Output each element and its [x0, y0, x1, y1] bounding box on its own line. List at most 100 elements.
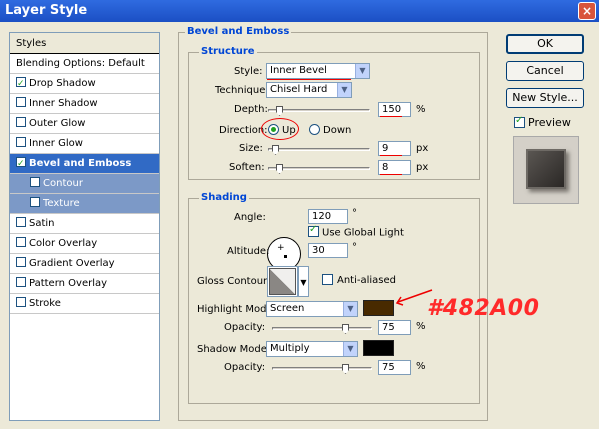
angle-label: Angle: [234, 212, 266, 223]
angle-input[interactable]: 120 [308, 209, 348, 224]
style-label: Style: [234, 66, 263, 77]
style-item-label: Inner Shadow [29, 98, 98, 109]
shadow-opacity-unit: % [416, 361, 426, 372]
ok-button[interactable]: OK [506, 34, 584, 54]
style-item[interactable]: Inner Shadow [10, 94, 159, 114]
highlight-opacity-track [272, 327, 372, 330]
style-item-label: Contour [43, 178, 83, 189]
technique-select[interactable]: Chisel Hard ▼ [266, 82, 352, 98]
styles-header[interactable]: Styles [10, 33, 159, 54]
highlight-opacity-slider[interactable] [272, 324, 372, 334]
soften-slider[interactable] [268, 164, 370, 174]
technique-value: Chisel Hard [270, 84, 328, 95]
style-item-label: Inner Glow [29, 138, 83, 149]
styles-rows: Blending Options: Default Drop Shadow Inne… [10, 54, 159, 314]
chevron-down-icon[interactable]: ▼ [343, 342, 357, 356]
highlight-opacity-thumb[interactable] [342, 324, 349, 334]
use-global-light-checkbox[interactable]: Use Global Light [308, 224, 404, 239]
style-checkbox[interactable] [16, 217, 26, 227]
close-button[interactable]: × [578, 2, 596, 20]
shadow-opacity-track [272, 367, 372, 370]
style-item[interactable]: Color Overlay [10, 234, 159, 254]
shading-title: Shading [199, 192, 249, 203]
depth-slider[interactable] [268, 106, 370, 116]
style-item-label: Blending Options: Default [16, 58, 145, 69]
altitude-label: Altitude: [227, 246, 270, 257]
preview-check-icon[interactable] [514, 115, 525, 128]
style-item[interactable]: Pattern Overlay [10, 274, 159, 294]
size-input[interactable]: 9 [378, 141, 411, 156]
highlight-color-swatch[interactable] [363, 300, 394, 316]
style-checkbox[interactable] [16, 117, 26, 127]
style-item-label: Pattern Overlay [29, 278, 108, 289]
style-item[interactable]: Gradient Overlay [10, 254, 159, 274]
style-checkbox[interactable] [16, 137, 26, 147]
soften-input[interactable]: 8 [378, 160, 411, 175]
shadow-opacity-thumb[interactable] [342, 364, 349, 374]
direction-red-circle [261, 118, 299, 140]
style-checkbox[interactable] [16, 277, 26, 287]
style-item[interactable]: Texture [10, 194, 159, 214]
anti-aliased-checkbox[interactable] [322, 274, 333, 285]
structure-title: Structure [199, 46, 257, 57]
shadow-opacity-input[interactable]: 75 [378, 360, 411, 375]
chevron-down-icon[interactable]: ▼ [355, 64, 369, 78]
depth-input[interactable]: 150 [378, 102, 411, 117]
style-item-label: Color Overlay [29, 238, 98, 249]
soften-unit: px [416, 162, 429, 173]
style-checkbox[interactable] [16, 97, 26, 107]
shadow-mode-select[interactable]: Multiply ▼ [266, 341, 358, 357]
size-slider[interactable] [268, 145, 370, 155]
highlight-opacity-input[interactable]: 75 [378, 320, 411, 335]
size-red-underline [380, 155, 402, 156]
shadow-mode-label: Shadow Mode: [197, 344, 271, 355]
style-checkbox[interactable] [16, 154, 26, 174]
preview-swatch [526, 149, 566, 189]
highlight-mode-select[interactable]: Screen ▼ [266, 301, 358, 317]
new-style-button[interactable]: New Style... [506, 88, 584, 108]
style-item[interactable]: Stroke [10, 294, 159, 314]
shadow-mode-value: Multiply [270, 343, 310, 354]
shadow-opacity-slider[interactable] [272, 364, 372, 374]
style-red-underline [267, 79, 351, 80]
style-checkbox[interactable] [16, 257, 26, 267]
style-checkbox[interactable] [30, 177, 40, 187]
styles-list: Styles Blending Options: Default Drop Sha… [9, 32, 160, 421]
style-item[interactable]: Bevel and Emboss [10, 154, 159, 174]
use-global-light-label: Use Global Light [322, 227, 404, 239]
style-item[interactable]: Blending Options: Default [10, 54, 159, 74]
depth-slider-thumb[interactable] [276, 106, 283, 116]
gloss-contour-dropdown[interactable]: ▼ [298, 266, 309, 297]
style-checkbox[interactable] [30, 197, 40, 207]
style-item-label: Bevel and Emboss [29, 158, 132, 169]
gloss-contour-picker[interactable] [267, 266, 298, 297]
style-item[interactable]: Inner Glow [10, 134, 159, 154]
preview-thumbnail [513, 136, 579, 204]
chevron-down-icon[interactable]: ▼ [337, 83, 351, 97]
use-global-light-check-icon[interactable] [308, 224, 319, 237]
preview-checkbox[interactable]: Preview [514, 115, 571, 129]
chevron-down-icon[interactable]: ▼ [343, 302, 357, 316]
style-item[interactable]: Outer Glow [10, 114, 159, 134]
size-slider-thumb[interactable] [272, 145, 279, 155]
style-checkbox[interactable] [16, 237, 26, 247]
style-item[interactable]: Satin [10, 214, 159, 234]
style-select[interactable]: Inner Bevel ▼ [266, 63, 370, 79]
size-label: Size: [239, 143, 263, 154]
style-checkbox[interactable] [16, 297, 26, 307]
shadow-color-swatch[interactable] [363, 340, 394, 356]
direction-down-label: Down [323, 125, 352, 136]
contour-curve-icon [269, 268, 296, 295]
technique-label: Technique: [215, 85, 269, 96]
altitude-input[interactable]: 30 [308, 243, 348, 258]
direction-down-radio[interactable] [309, 124, 320, 135]
style-item[interactable]: Drop Shadow [10, 74, 159, 94]
cancel-button[interactable]: Cancel [506, 61, 584, 81]
style-item-label: Gradient Overlay [29, 258, 115, 269]
soften-slider-thumb[interactable] [276, 164, 283, 174]
window-titlebar[interactable]: Layer Style × [0, 0, 599, 22]
style-item[interactable]: Contour [10, 174, 159, 194]
soften-label: Soften: [229, 162, 265, 173]
style-checkbox[interactable] [16, 74, 26, 94]
angle-dial-point [284, 255, 287, 258]
